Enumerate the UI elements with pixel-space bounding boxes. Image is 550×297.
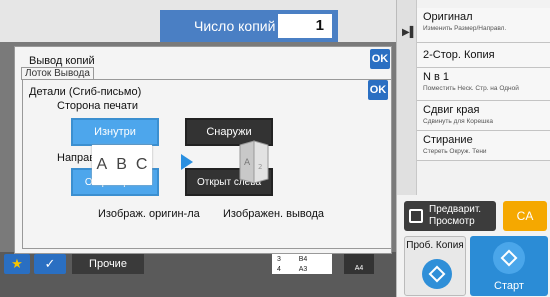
original-letter-a: A [96,156,108,173]
mode-erase-sub: Стереть Окруж. Тени [423,148,487,155]
mode-duplex[interactable]: 2-Стор. Копия [417,43,550,68]
mode-n-in-1-label: N в 1 [423,71,450,83]
start-button[interactable]: Старт [470,236,548,296]
paper-size-button[interactable]: A4 [344,254,374,274]
mode-margin-shift-sub: Сдвинуть для Корешка [423,118,493,125]
copies-input[interactable]: 1 [278,14,332,38]
mode-margin-shift-label: Сдвиг края [423,104,480,116]
proof-copy-button[interactable]: Проб. Копия [404,236,466,296]
tray-4-size: A3 [298,265,308,273]
preview-icon [409,209,423,223]
mode-erase-label: Стирание [423,134,473,146]
clear-all-button[interactable]: CA [503,201,547,231]
details-dialog: Детали (Сгиб-письмо) OK Сторона печати И… [22,79,392,249]
check-icon[interactable]: ✓ [34,254,66,274]
copies-field[interactable]: Число копий 1 [160,10,338,42]
mode-margin-shift[interactable]: Сдвиг края Сдвинуть для Корешка [417,101,550,131]
tray-3-number: 3 [277,255,281,263]
mode-original[interactable]: Оригинал Изменить Размер/Направл. [417,8,550,43]
preview-button[interactable]: Предварит. Просмотр [404,201,496,231]
favorite-star-icon[interactable]: ★ [4,254,30,274]
tray-4-number: 4 [277,265,281,273]
preview-label-2: Просмотр [429,216,475,227]
tray-selector[interactable]: 3 B4 4 A3 [272,254,332,274]
arrow-right-icon [181,154,193,170]
collapse-arrow-icon: ▶▌ [402,27,417,38]
output-dialog-title: Вывод копий [29,55,95,67]
proof-copy-icon [422,259,452,289]
original-image-label: Изображ. оригин-ла [98,208,200,220]
mode-erase[interactable]: Стирание Стереть Окруж. Тени [417,131,550,161]
original-letter-c: C [135,156,148,173]
folded-booklet-icon: A 2 [239,140,269,184]
mode-n-in-1-sub: Поместить Неск. Стр. на Одной [423,85,519,92]
svg-text:A: A [244,158,251,168]
original-preview: A B C [92,145,152,185]
print-side-inside-button[interactable]: Изнутри [71,118,159,146]
print-side-label: Сторона печати [57,100,138,112]
start-icon [493,242,525,274]
mode-n-in-1[interactable]: N в 1 Поместить Неск. Стр. на Одной [417,68,550,101]
output-image-label: Изображен. вывода [223,208,325,220]
details-ok-button[interactable]: OK [368,80,388,100]
preview-label-1: Предварит. [429,204,482,215]
panel-collapse-strip[interactable]: ▶▌ [397,0,417,195]
output-ok-button[interactable]: OK [370,49,390,69]
copies-label: Число копий [194,18,276,34]
svg-text:2: 2 [258,163,262,171]
details-dialog-title: Детали (Сгиб-письмо) [29,86,142,98]
tray-3-size: B4 [298,255,308,263]
mode-original-label: Оригинал [423,11,473,23]
start-label: Старт [494,280,524,292]
proof-copy-label: Проб. Копия [406,240,464,251]
other-button[interactable]: Прочие [72,254,144,274]
mode-duplex-label: 2-Стор. Копия [423,49,495,61]
mode-original-sub: Изменить Размер/Направл. [423,25,507,32]
original-letter-b: B [116,156,127,173]
